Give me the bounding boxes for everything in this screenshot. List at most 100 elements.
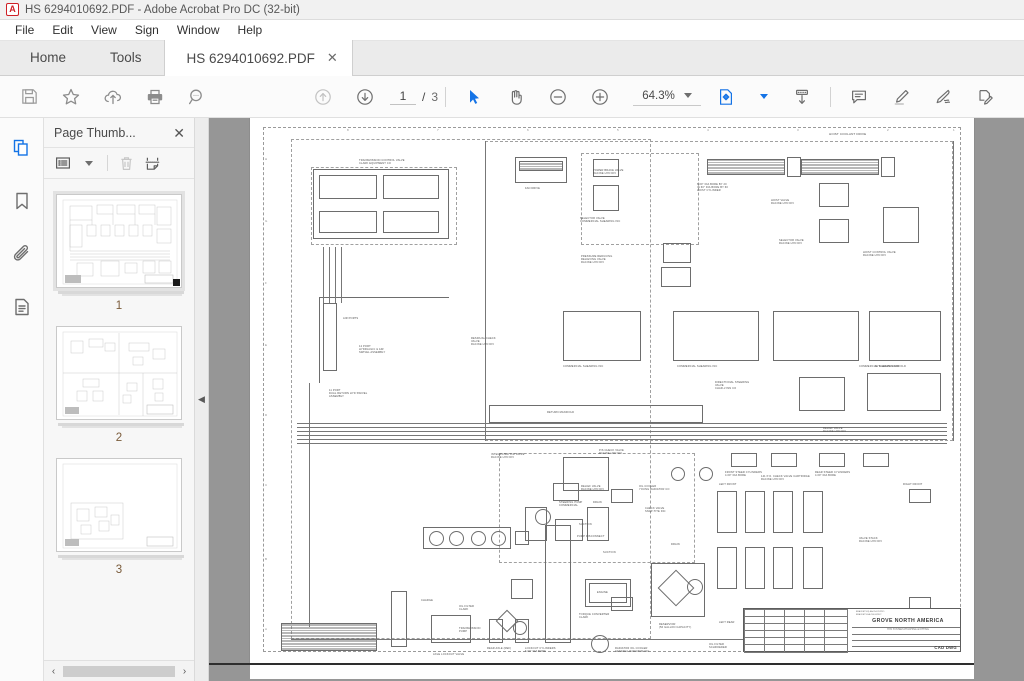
- scrollbar-thumb[interactable]: [63, 665, 175, 677]
- extract-pages-icon[interactable]: [140, 151, 164, 175]
- thumbnail-horizontal-scrollbar[interactable]: ‹ ›: [44, 660, 194, 681]
- menu-file[interactable]: File: [6, 20, 43, 41]
- pump-2: [449, 531, 464, 546]
- schematic-label: AIR PORTS: [343, 317, 359, 320]
- fit-page-dropdown[interactable]: [747, 76, 781, 118]
- page-thumbnail-3[interactable]: [56, 458, 182, 552]
- delete-pages-icon[interactable]: [114, 151, 138, 175]
- search-icon[interactable]: [176, 76, 218, 118]
- cart-valve-2: [745, 491, 765, 533]
- sidebar-item-content[interactable]: [6, 291, 38, 323]
- column-tick: 4: [707, 128, 709, 132]
- relief-valve-pump: [553, 483, 579, 501]
- hydraulic-schematic-drawing: 8 7 6 5 4 3 2 1 H G F E D C B A HOIST CO…: [263, 127, 961, 656]
- sidebar-item-attachments[interactable]: [6, 238, 38, 270]
- next-page-button[interactable]: [344, 76, 386, 118]
- menu-bar: File Edit View Sign Window Help: [0, 20, 1024, 41]
- hyd-valve-manifold: [867, 373, 941, 411]
- menu-edit[interactable]: Edit: [43, 20, 82, 41]
- pdf-page-1[interactable]: 8 7 6 5 4 3 2 1 H G F E D C B A HOIST CO…: [250, 118, 974, 663]
- thumbnail-selected-frame[interactable]: [53, 191, 185, 291]
- page-thumbnail-2[interactable]: [56, 326, 182, 420]
- list-item[interactable]: 2: [44, 323, 194, 444]
- thumbnail-shadow-2: [62, 294, 182, 296]
- title-bar: HS 6294010692.PDF - Adobe Acrobat Pro DC…: [0, 0, 1024, 20]
- sidebar-item-page-thumbnails[interactable]: [6, 132, 38, 164]
- star-icon[interactable]: [50, 76, 92, 118]
- row-tick: F: [265, 281, 267, 285]
- sidebar-item-bookmarks[interactable]: [6, 185, 38, 217]
- schematic-label: PRESSURE REDUCING RELIEVING VALVE RACINE…: [581, 255, 613, 265]
- chevron-down-icon: [85, 160, 93, 166]
- save-button[interactable]: [8, 76, 50, 118]
- schematic-label: CHARGE: [421, 599, 433, 602]
- front-steer-cyl-left: [731, 453, 757, 467]
- title-block-revision-grid: [744, 609, 848, 653]
- fit-page-button[interactable]: [705, 76, 747, 118]
- list-options-chevron-down-icon[interactable]: [77, 151, 101, 175]
- schematic-label: STEERING PUMP COMMERCIAL: [559, 501, 583, 508]
- schematic-label: RETURN MANIFOLD: [547, 411, 575, 414]
- schematic-label: RELIEF VALVE RACINE HYD DIV: [823, 427, 847, 434]
- manifold-block-2: [673, 311, 759, 361]
- schematic-label: INTEGRATED O/R VALVE RACINE HYD DIV: [491, 453, 525, 460]
- scroll-left-button[interactable]: ‹: [46, 664, 61, 679]
- menu-sign[interactable]: Sign: [126, 20, 168, 41]
- thumbnail-frame[interactable]: [53, 455, 185, 555]
- thumbnail-list[interactable]: 1 2 3: [44, 179, 194, 660]
- menu-window[interactable]: Window: [168, 20, 229, 41]
- oil-cooler-unit: [699, 467, 713, 481]
- tab-tools[interactable]: Tools: [88, 40, 164, 75]
- steering-valve: [799, 377, 845, 411]
- schematic-label: SELECTOR VALVE COMMERCIAL SHEARING INC: [580, 217, 621, 224]
- cloud-upload-icon[interactable]: [92, 76, 134, 118]
- comment-button[interactable]: [838, 76, 880, 118]
- menu-view[interactable]: View: [82, 20, 126, 41]
- previous-page-button[interactable]: [302, 76, 344, 118]
- list-item[interactable]: 3: [44, 455, 194, 576]
- schematic-label: 6.00" DIA BORE BY 20 IN 60" DIA BORE BY …: [697, 183, 728, 193]
- row-tick: B: [265, 557, 268, 561]
- title-block-cad-label: CAD DWG: [934, 644, 957, 650]
- select-tool-button[interactable]: [453, 76, 495, 118]
- document-viewer[interactable]: 8 7 6 5 4 3 2 1 H G F E D C B A HOIST CO…: [209, 118, 1024, 681]
- tab-home[interactable]: Home: [8, 40, 88, 75]
- schematic-label: 141 P.O. CHECK VALVE CARTRIDGE RACINE HY…: [761, 475, 810, 482]
- tab-document[interactable]: HS 6294010692.PDF ✕: [163, 40, 353, 76]
- page-separator: /: [422, 89, 426, 104]
- schematic-label: COMMERCIAL SHEARING INC: [677, 365, 718, 368]
- zoom-level-selector[interactable]: 64.3%: [633, 88, 702, 106]
- draw-button[interactable]: [922, 76, 964, 118]
- scrollbar-track[interactable]: [63, 665, 175, 677]
- close-icon[interactable]: ✕: [327, 50, 338, 66]
- menu-help[interactable]: Help: [229, 20, 272, 41]
- hoist-cylinder-2: [801, 159, 879, 175]
- torque-converter: [511, 579, 533, 599]
- scroll-right-button[interactable]: ›: [177, 664, 192, 679]
- print-icon[interactable]: [134, 76, 176, 118]
- tab-document-label: HS 6294010692.PDF: [186, 50, 315, 66]
- zoom-out-button[interactable]: [537, 76, 579, 118]
- page-thumbnail-1[interactable]: [56, 194, 182, 288]
- close-icon[interactable]: ✕: [173, 126, 185, 140]
- sign-button[interactable]: [964, 76, 1006, 118]
- schematic-label: TRANSMISSION CONTROL VALVE CLARK EQUIPME…: [359, 159, 405, 166]
- list-options-icon[interactable]: [51, 151, 75, 175]
- row-tick: A: [265, 627, 268, 631]
- zoom-in-button[interactable]: [579, 76, 621, 118]
- list-item[interactable]: 1: [44, 191, 194, 312]
- pdf-page-2-top[interactable]: [250, 665, 974, 679]
- schematic-label: OIL FILTER CLARK: [459, 605, 475, 612]
- schematic-label: PUMP DISCONNECT: [577, 535, 605, 538]
- panel-collapse-button[interactable]: ◀: [195, 118, 209, 681]
- hoist-cylinder-1: [707, 159, 785, 175]
- title-block-subtitle: HYD SYSTEM ATTACHING & FITTING: [887, 628, 929, 631]
- fan-drive-hatch: [519, 161, 563, 171]
- scroll-mode-button[interactable]: [781, 76, 823, 118]
- row-tick: H: [265, 157, 268, 161]
- thumbnail-selection-marker: [173, 279, 180, 286]
- hand-tool-button[interactable]: [495, 76, 537, 118]
- thumbnail-frame[interactable]: [53, 323, 185, 423]
- highlight-button[interactable]: [880, 76, 922, 118]
- page-number-input[interactable]: [390, 88, 416, 105]
